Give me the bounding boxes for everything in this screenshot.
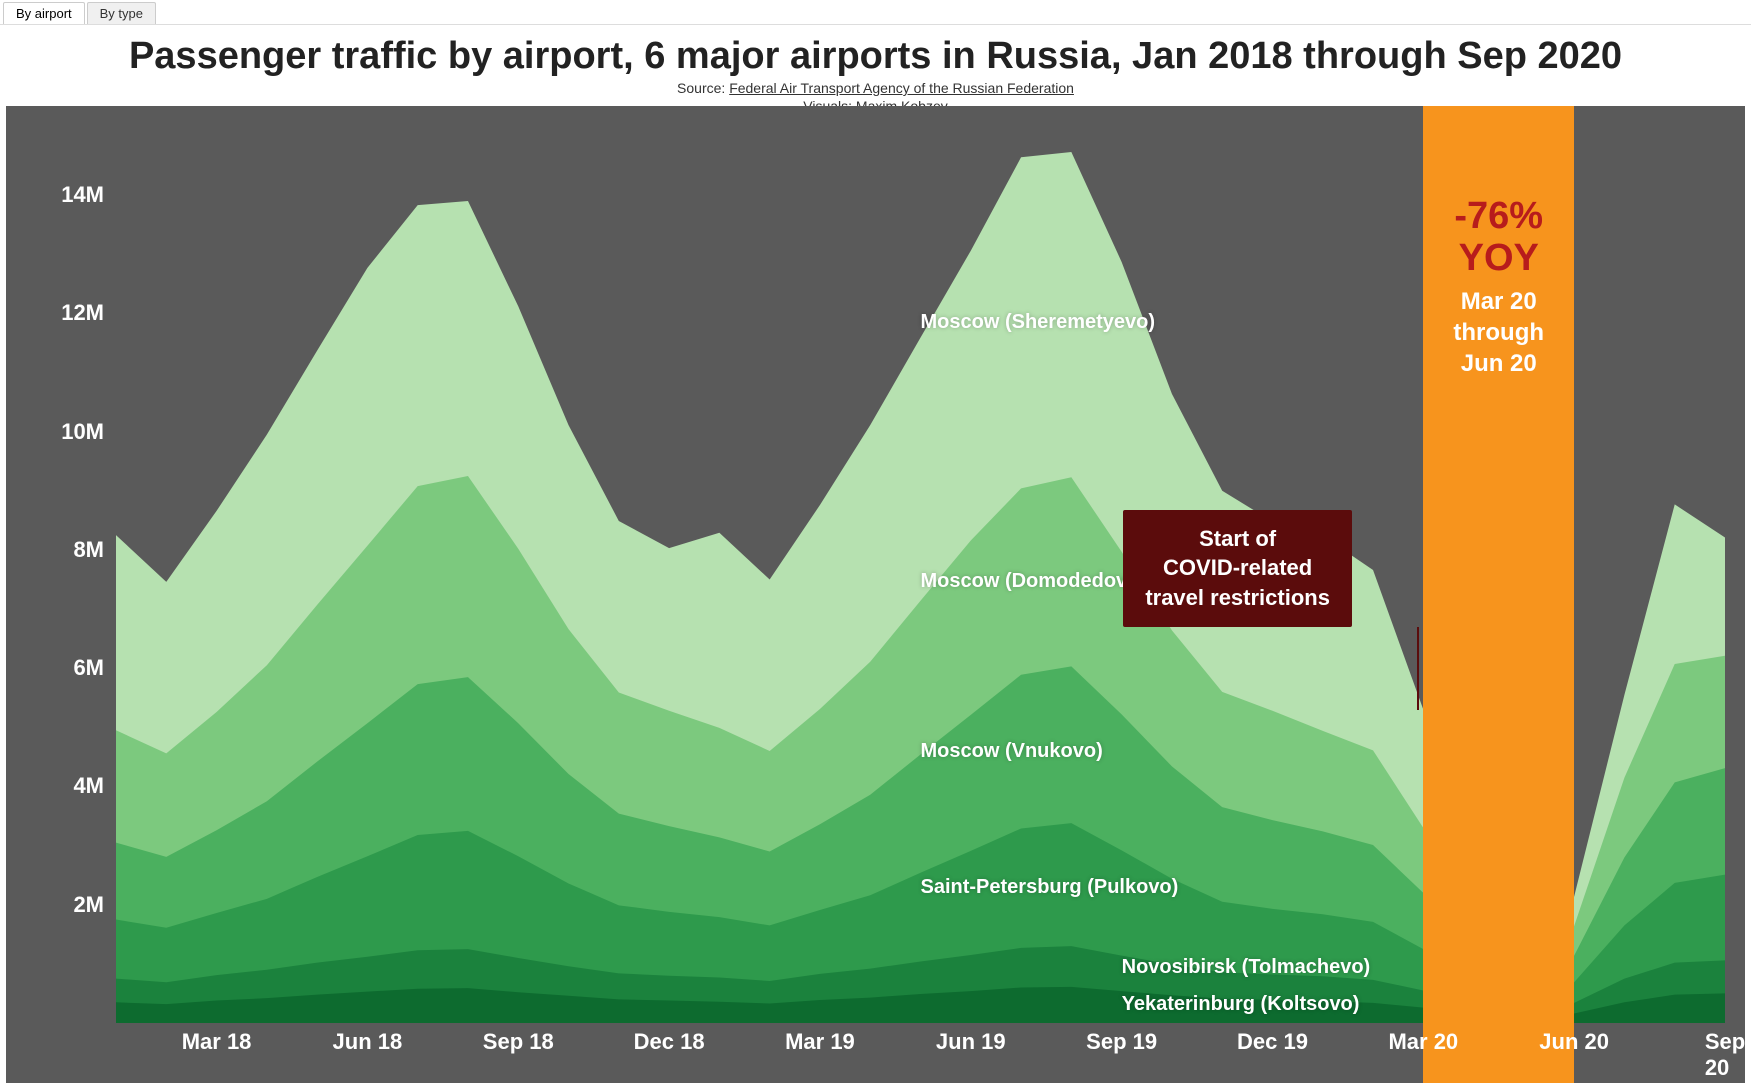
x-tick: Jun 20: [1539, 1029, 1609, 1055]
series-label: Moscow (Vnukovo): [921, 740, 1103, 763]
series-label: Yekaterinburg (Koltsovo): [1122, 993, 1360, 1016]
x-tick: Dec 19: [1237, 1029, 1308, 1055]
x-tick: Jun 19: [936, 1029, 1006, 1055]
source-prefix: Source:: [677, 80, 729, 96]
x-axis: Mar 18 Jun 18 Sep 18 Dec 18 Mar 19 Jun 19 Sep …: [116, 1023, 1725, 1083]
yoy-range: Mar 20throughJun 20: [1399, 286, 1599, 380]
yoy-word: YOY: [1399, 238, 1599, 280]
source-link[interactable]: Federal Air Transport Agency of the Russ…: [729, 80, 1074, 96]
series-label: Novosibirsk (Tolmachevo): [1122, 956, 1371, 979]
tab-by-airport[interactable]: By airport: [3, 2, 85, 24]
callout-box: Start ofCOVID-relatedtravel restrictions: [1123, 510, 1352, 627]
x-tick: Jun 18: [333, 1029, 403, 1055]
page-title: Passenger traffic by airport, 6 major ai…: [0, 35, 1751, 78]
x-tick: Mar 18: [182, 1029, 252, 1055]
series-label: Moscow (Domodedovo): [921, 570, 1147, 593]
series-label: Saint-Petersburg (Pulkovo): [921, 876, 1179, 899]
x-tick: Dec 18: [634, 1029, 705, 1055]
y-tick: 4M: [73, 773, 104, 799]
page-root: By airport By type Passenger traffic by …: [0, 0, 1751, 1089]
y-tick: 8M: [73, 537, 104, 563]
x-tick: Mar 20: [1388, 1029, 1458, 1055]
y-tick: 12M: [61, 300, 104, 326]
y-tick: 14M: [61, 182, 104, 208]
callout-leader: [1417, 627, 1419, 710]
y-tick: 6M: [73, 655, 104, 681]
y-tick: 2M: [73, 892, 104, 918]
y-axis: 2M 4M 6M 8M 10M 12M 14M: [6, 136, 116, 1023]
x-tick: Sep 18: [483, 1029, 554, 1055]
tab-by-type[interactable]: By type: [87, 2, 156, 24]
yoy-annotation: -76%YOY Mar 20throughJun 20: [1399, 196, 1599, 379]
x-tick: Sep 19: [1086, 1029, 1157, 1055]
yoy-pct: -76%: [1399, 196, 1599, 238]
x-tick: Sep 20: [1705, 1029, 1745, 1081]
chart-area: 2M 4M 6M 8M 10M 12M 14M Yekaterinburg (Koltsov…: [6, 106, 1745, 1083]
tab-bar: By airport By type: [0, 0, 1751, 25]
y-tick: 10M: [61, 419, 104, 445]
plot: Yekaterinburg (Koltsovo) Novosibirsk (Tol…: [116, 136, 1725, 1023]
subtitle: Source: Federal Air Transport Agency of …: [0, 80, 1751, 96]
x-tick: Mar 19: [785, 1029, 855, 1055]
series-label: Moscow (Sheremetyevo): [921, 311, 1156, 334]
